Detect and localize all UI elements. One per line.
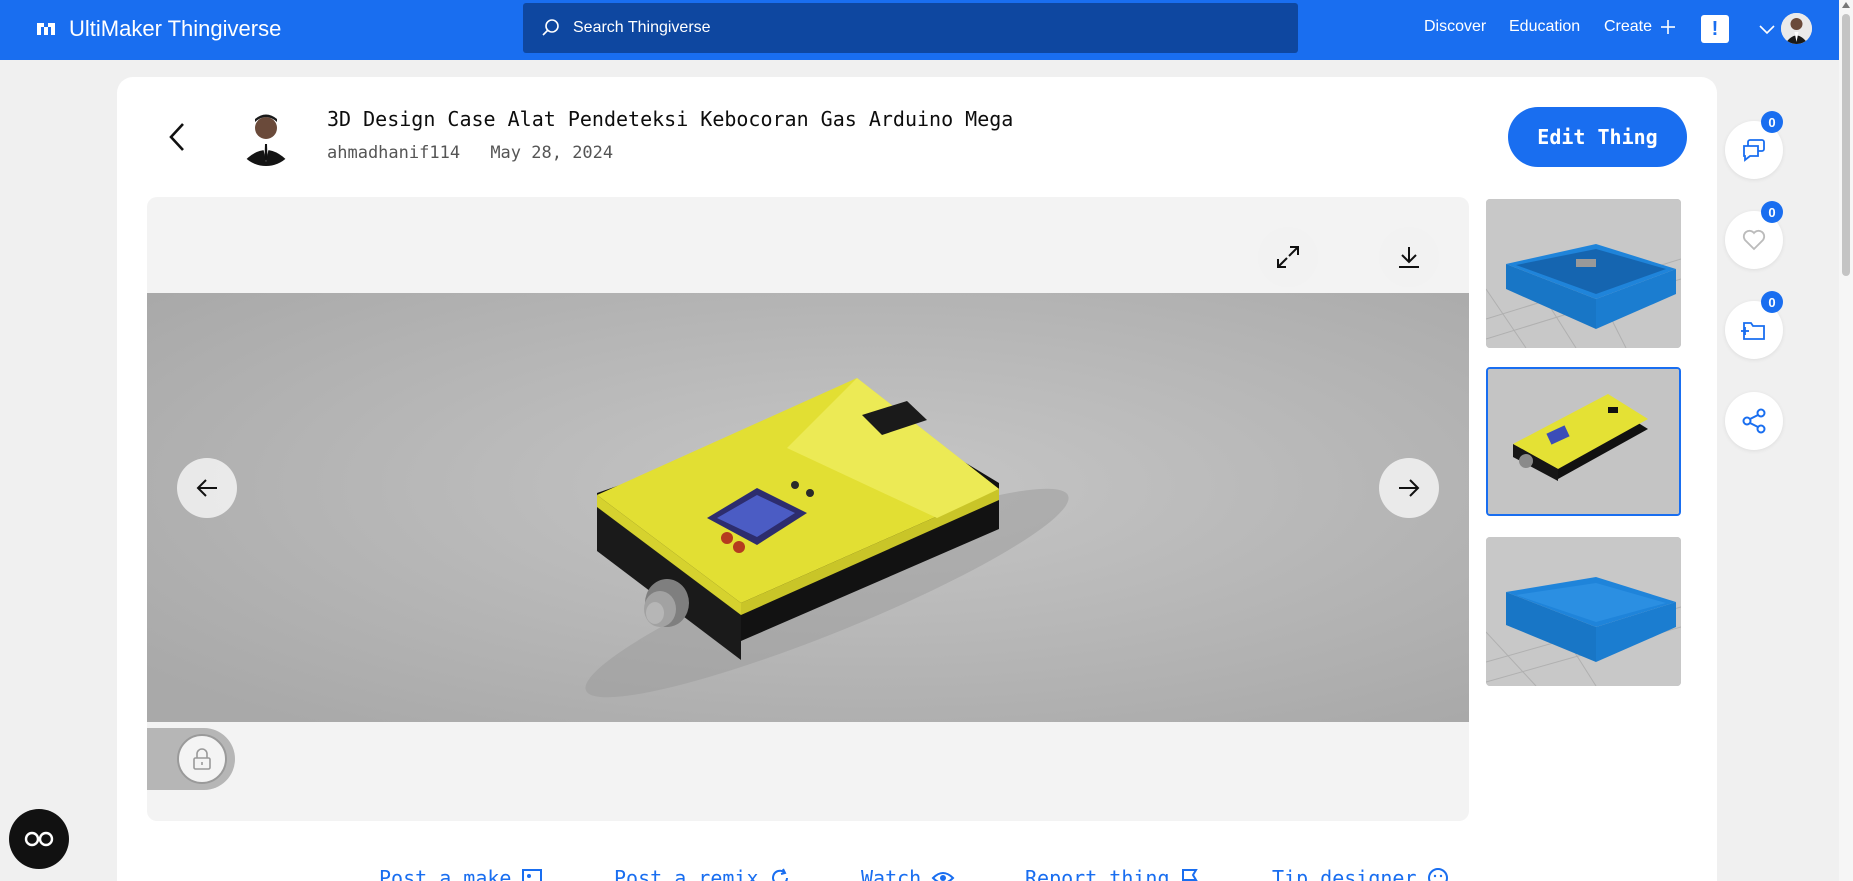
like-button[interactable]: 0 <box>1725 201 1783 269</box>
lock-toggle[interactable] <box>177 734 227 784</box>
download-button[interactable] <box>1379 227 1439 287</box>
thumbnail-image <box>1488 369 1679 514</box>
post-a-remix-label: Post a remix <box>614 866 759 881</box>
user-avatar-image <box>1781 13 1812 44</box>
folder-plus-icon <box>1741 322 1765 340</box>
author-avatar[interactable] <box>236 106 296 166</box>
tip-designer-link[interactable]: Tip designer <box>1272 866 1449 881</box>
accessibility-button[interactable] <box>9 809 69 869</box>
next-image-button[interactable] <box>1379 458 1439 518</box>
brand-name: UltiMaker Thingiverse <box>69 16 282 41</box>
eye-icon <box>931 872 955 881</box>
thumbnail-image <box>1486 537 1681 686</box>
thumbnail-1[interactable] <box>1486 199 1681 348</box>
nav-create[interactable]: Create <box>1604 18 1676 36</box>
flag-icon <box>1181 869 1198 881</box>
comments-button[interactable]: 0 <box>1725 111 1783 179</box>
comments-count: 0 <box>1761 111 1783 133</box>
prev-image-button[interactable] <box>177 458 237 518</box>
search-icon <box>542 19 559 36</box>
nav-discover[interactable]: Discover <box>1424 18 1486 36</box>
post-a-make-label: Post a make <box>379 866 512 881</box>
tip-designer-label: Tip designer <box>1272 866 1417 881</box>
lock-toggle-track[interactable] <box>147 728 235 790</box>
thing-meta: ahmadhanif114 May 28, 2024 <box>327 143 613 163</box>
scroll-up-arrow-icon[interactable] <box>1842 2 1850 8</box>
watch-label: Watch <box>861 866 922 881</box>
thumbnail-2[interactable] <box>1486 367 1681 516</box>
report-thing-link[interactable]: Report thing <box>1025 866 1200 881</box>
brand-logo[interactable]: UltiMaker Thingiverse <box>35 14 281 44</box>
publish-date: May 28, 2024 <box>490 143 614 163</box>
alert-button[interactable]: ! <box>1701 15 1729 43</box>
collect-button[interactable]: 0 <box>1725 291 1783 359</box>
comments-icon <box>1743 139 1765 162</box>
chevron-down-icon[interactable] <box>1758 20 1776 38</box>
page-scrollbar[interactable] <box>1839 0 1853 881</box>
watch-link[interactable]: Watch <box>861 866 955 881</box>
expand-icon <box>1277 246 1299 268</box>
author-avatar-image <box>236 106 296 166</box>
lock-icon <box>193 748 211 770</box>
fullscreen-button[interactable] <box>1258 227 1318 287</box>
user-avatar[interactable] <box>1781 13 1812 44</box>
heart-icon <box>1742 229 1766 251</box>
share-button[interactable] <box>1725 392 1783 450</box>
main-image <box>147 293 1469 722</box>
refresh-icon <box>771 868 788 881</box>
edit-thing-button[interactable]: Edit Thing <box>1508 107 1687 167</box>
search-input[interactable] <box>573 19 1253 37</box>
model-render <box>147 293 1469 722</box>
post-a-make-link[interactable]: Post a make <box>379 866 545 881</box>
post-a-remix-link[interactable]: Post a remix <box>614 866 791 881</box>
author-name[interactable]: ahmadhanif114 <box>327 143 460 163</box>
share-icon <box>1742 408 1766 434</box>
ultimaker-logo-icon <box>37 23 55 35</box>
scroll-thumb[interactable] <box>1842 14 1850 276</box>
collections-count: 0 <box>1761 291 1783 313</box>
nav-education[interactable]: Education <box>1509 18 1580 36</box>
image-viewer <box>147 197 1469 821</box>
arrow-left-icon <box>196 479 217 497</box>
back-arrow-icon[interactable] <box>163 120 193 154</box>
top-nav: UltiMaker Thingiverse Discover Education… <box>0 0 1853 60</box>
plus-icon <box>1661 20 1676 34</box>
download-icon <box>1399 247 1419 268</box>
search-bar[interactable] <box>523 3 1298 53</box>
report-thing-label: Report thing <box>1025 866 1170 881</box>
arrow-right-icon <box>1399 479 1420 497</box>
smile-icon <box>1427 868 1448 881</box>
thumbnail-image <box>1486 199 1681 348</box>
likes-count: 0 <box>1761 201 1783 223</box>
glasses-icon <box>24 831 54 847</box>
thing-title: 3D Design Case Alat Pendeteksi Kebocoran… <box>327 107 1014 131</box>
nav-create-label: Create <box>1604 18 1653 35</box>
thumbnail-3[interactable] <box>1486 537 1681 686</box>
image-plus-icon <box>522 869 543 881</box>
